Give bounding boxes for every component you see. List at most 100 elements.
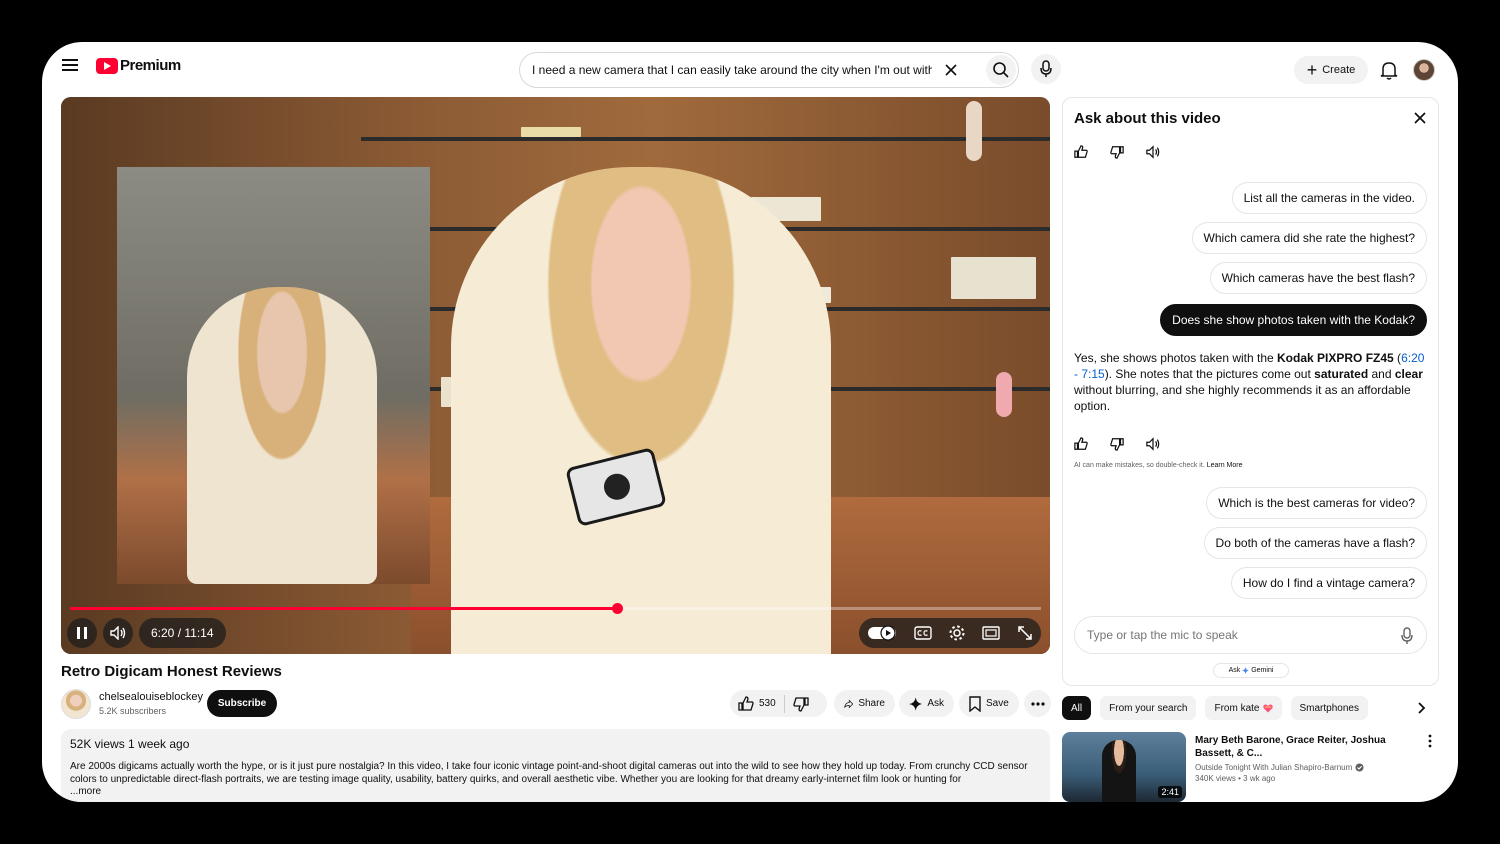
verified-check-icon [1355, 763, 1364, 772]
settings-button[interactable] [948, 624, 966, 642]
filter-chip-all[interactable]: All [1062, 696, 1092, 720]
captions-button[interactable] [913, 626, 932, 640]
sparkle-icon [909, 696, 923, 711]
recommended-video-meta: 340K views • 3 wk ago [1195, 774, 1276, 783]
thumbs-up-icon[interactable] [1074, 145, 1088, 159]
figurine [996, 372, 1012, 417]
speaker-icon[interactable] [1146, 437, 1160, 451]
share-button[interactable]: Share [834, 690, 895, 717]
search-input[interactable] [532, 63, 932, 77]
clear-search-icon[interactable] [942, 61, 960, 79]
filter-chip-label: From kate [1214, 702, 1260, 714]
player-controls-left: 6:20 / 11:14 [67, 618, 226, 650]
channel-avatar[interactable] [61, 689, 91, 719]
answer-bold: clear [1394, 367, 1423, 381]
save-label: Save [986, 698, 1009, 709]
answer-bold-product: Kodak PIXPRO FZ45 [1277, 351, 1394, 365]
answer-bold: saturated [1314, 367, 1369, 381]
progress-played [70, 607, 618, 610]
recommended-channel[interactable]: Outside Tonight With Julian Shapiro-Barn… [1195, 763, 1364, 772]
dislike-button[interactable] [793, 696, 809, 712]
suggestion-chip[interactable]: Which cameras have the best flash? [1209, 262, 1427, 294]
more-actions-button[interactable] [1024, 690, 1051, 717]
more-horizontal-icon [1030, 701, 1045, 706]
presenter [451, 167, 831, 654]
ask-about-video-panel: Ask about this video List all the camera… [1062, 97, 1439, 686]
suggestion-chip[interactable]: Which camera did she rate the highest? [1191, 222, 1427, 254]
suggestion-chip[interactable]: Which is the best cameras for video? [1206, 487, 1427, 519]
speaker-icon [110, 626, 126, 640]
bell-icon[interactable] [1380, 60, 1398, 80]
suggestion-chip[interactable]: List all the cameras in the video. [1231, 182, 1427, 214]
search-bar [519, 52, 1019, 88]
thumbs-up-icon [738, 695, 754, 711]
description-box[interactable]: 52K views 1 week ago Are 2000s digicams … [61, 729, 1050, 802]
more-group [1024, 690, 1051, 717]
filter-chip-from-kate[interactable]: From kate [1205, 696, 1282, 720]
account-avatar[interactable] [1413, 59, 1435, 81]
bookmark-icon [969, 695, 981, 712]
answer-text: ). She notes that the pictures come out [1104, 367, 1315, 381]
create-button[interactable]: + Create [1294, 56, 1368, 84]
voice-search-button[interactable] [1031, 54, 1061, 84]
learn-more-link[interactable]: Learn More [1207, 462, 1243, 469]
answer-text: and [1368, 367, 1395, 381]
miniplayer-button[interactable] [982, 626, 1001, 640]
video-duration-badge: 2:41 [1158, 786, 1182, 798]
mic-icon[interactable] [1400, 627, 1414, 645]
gemini-sparkle-icon [1242, 667, 1250, 674]
like-dislike-group: 530 [730, 690, 827, 717]
channel-name[interactable]: chelsealouiseblockey [99, 691, 203, 703]
video-player[interactable]: 6:20 / 11:14 [61, 97, 1050, 654]
app-window: Premium + Create [42, 42, 1458, 802]
gemini-name: Gemini [1251, 667, 1274, 674]
recommended-video-title[interactable]: Mary Beth Barone, Grace Reiter, Joshua B… [1195, 734, 1395, 760]
share-icon [844, 699, 854, 708]
ask-group: Ask [899, 690, 954, 717]
subscribe-button[interactable]: Subscribe [207, 690, 277, 717]
fullscreen-icon [1018, 626, 1032, 640]
show-more-link[interactable]: ...more [70, 786, 1041, 797]
answer-text: without blurring, and she highly recomme… [1074, 383, 1411, 413]
video-title: Retro Digicam Honest Reviews [61, 663, 282, 680]
youtube-premium-logo[interactable]: Premium [96, 57, 181, 74]
progress-bar[interactable] [70, 603, 1041, 614]
search-button[interactable] [986, 55, 1016, 85]
ask-button[interactable]: Ask [899, 690, 954, 717]
ask-input[interactable] [1087, 628, 1387, 642]
answer-text: Yes, she shows photos taken with the [1074, 351, 1278, 365]
search-icon [993, 62, 1009, 78]
volume-button[interactable] [103, 618, 133, 648]
thumbs-down-icon[interactable] [1110, 145, 1124, 159]
autoplay-toggle[interactable] [867, 625, 897, 641]
video-duration: 11:14 [184, 626, 214, 640]
suggestion-chip[interactable]: How do I find a vintage camera? [1230, 567, 1427, 599]
filter-chip-from-search[interactable]: From your search [1100, 696, 1197, 720]
pause-button[interactable] [67, 618, 97, 648]
gemini-badge: Ask Gemini [1213, 663, 1289, 678]
description-text: Are 2000s digicams actually worth the hy… [70, 761, 1028, 785]
mic-icon [1040, 60, 1052, 77]
recommended-video-thumbnail[interactable]: 2:41 [1062, 732, 1186, 802]
hamburger-icon[interactable] [62, 59, 78, 73]
fullscreen-button[interactable] [1017, 625, 1033, 641]
feedback-row-top [1074, 145, 1160, 159]
chevron-right-icon[interactable] [1412, 699, 1430, 717]
thumbs-down-icon [793, 696, 809, 712]
thumbs-up-icon[interactable] [1074, 437, 1088, 451]
speaker-icon[interactable] [1146, 145, 1160, 159]
filter-chips: All From your search From kate Smartphon… [1062, 696, 1368, 720]
time-separator: / [177, 626, 182, 640]
thumbnail-person [1102, 740, 1136, 802]
close-icon[interactable] [1412, 110, 1428, 126]
play-logo-icon [96, 57, 118, 74]
filter-chip-smartphones[interactable]: Smartphones [1290, 696, 1368, 720]
save-button[interactable]: Save [959, 690, 1019, 717]
thumbs-down-icon[interactable] [1110, 437, 1124, 451]
suggestion-chip[interactable]: Do both of the cameras have a flash? [1203, 527, 1427, 559]
ask-input-box [1074, 616, 1427, 654]
like-button[interactable]: 530 [738, 695, 776, 712]
current-time: 6:20 [151, 626, 175, 640]
more-vertical-icon[interactable] [1425, 734, 1435, 748]
feedback-row-answer [1074, 437, 1160, 451]
